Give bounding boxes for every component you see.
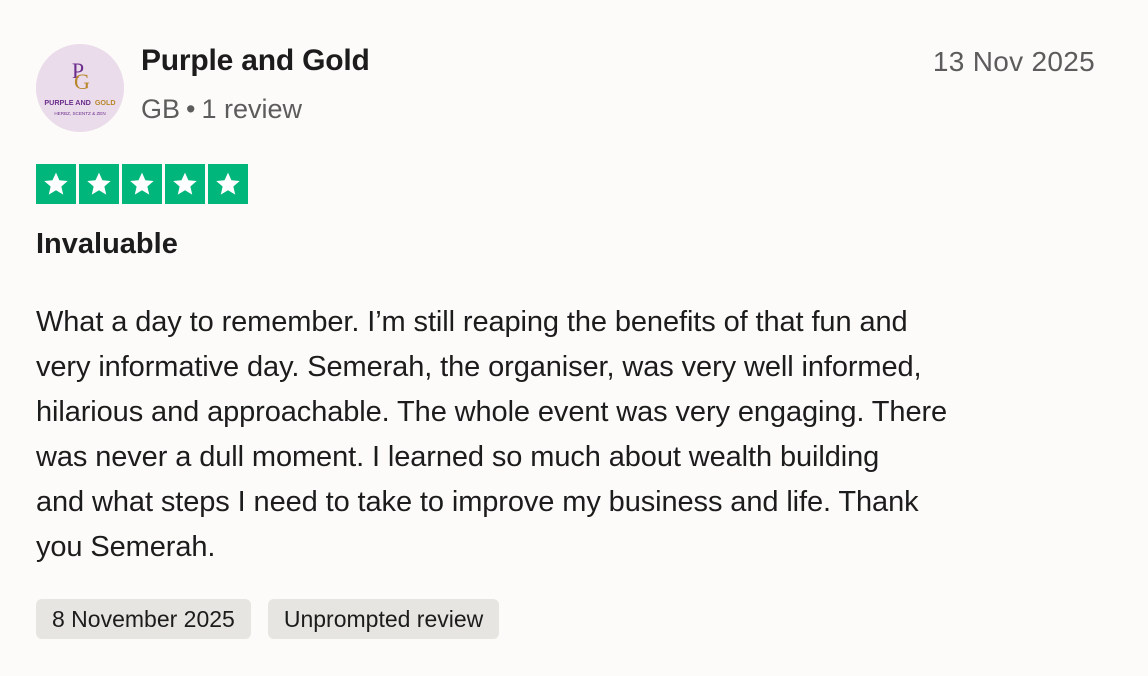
reviewer-review-count[interactable]: 1 review — [201, 94, 302, 124]
review-tags: 8 November 2025 Unprompted review — [36, 599, 500, 639]
meta-separator: • — [186, 94, 196, 124]
star-rating — [36, 164, 248, 204]
avatar[interactable]: P G PURPLE AND GOLD HERBZ, SCENTZ & ZEN — [36, 44, 124, 132]
star-icon — [173, 172, 197, 195]
logo-brand-line-2: HERBZ, SCENTZ & ZEN — [54, 111, 105, 116]
star-3 — [122, 164, 162, 204]
star-icon — [216, 172, 240, 195]
review-body-line: you Semerah. — [36, 531, 216, 563]
star-1 — [36, 164, 76, 204]
review-card: P G PURPLE AND GOLD HERBZ, SCENTZ & ZEN … — [0, 0, 1148, 676]
star-2 — [79, 164, 119, 204]
review-body-line: very informative day. Semerah, the organ… — [36, 351, 922, 383]
review-body-line: was never a dull moment. I learned so mu… — [36, 441, 880, 473]
logo-brand-purple: PURPLE AND — [44, 98, 90, 107]
review-type-badge[interactable]: Unprompted review — [267, 599, 500, 639]
logo-monogram-g: G — [74, 69, 90, 94]
experience-date-badge[interactable]: 8 November 2025 — [36, 599, 251, 639]
review-date: 13 Nov 2025 — [932, 46, 1095, 77]
review-title[interactable]: Invaluable — [36, 228, 178, 261]
review-body-line: hilarious and approachable. The whole ev… — [36, 396, 948, 428]
logo-brand-gold: GOLD — [95, 98, 116, 107]
review-body: What a day to remember. I’m still reapin… — [36, 300, 1066, 570]
reviewer-meta: GB • 1 review — [141, 94, 302, 125]
star-icon — [44, 172, 68, 195]
reviewer-country: GB — [141, 94, 181, 124]
star-4 — [165, 164, 205, 204]
purple-and-gold-logo: P G PURPLE AND GOLD HERBZ, SCENTZ & ZEN — [36, 44, 124, 132]
review-body-line: What a day to remember. I’m still reapin… — [36, 306, 908, 338]
star-5 — [208, 164, 248, 204]
star-icon — [130, 172, 154, 195]
review-body-line: and what steps I need to take to improve… — [36, 486, 919, 518]
star-icon — [87, 172, 111, 195]
logo-brand-line-1: PURPLE AND GOLD — [44, 98, 115, 107]
reviewer-name[interactable]: Purple and Gold — [141, 44, 370, 78]
